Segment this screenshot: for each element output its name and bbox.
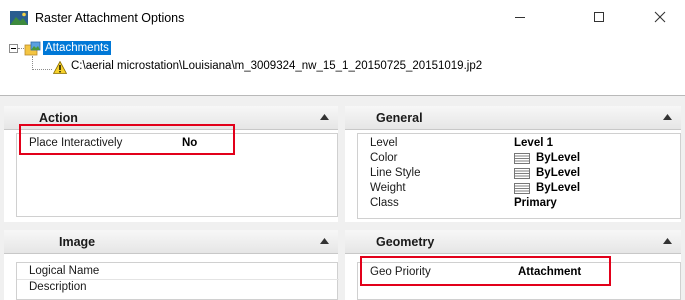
general-panel-title: General [376, 111, 423, 125]
chevron-up-icon[interactable] [320, 114, 329, 120]
window-title: Raster Attachment Options [35, 11, 185, 25]
general-panel-header[interactable]: General [345, 106, 681, 130]
property-label: Color [370, 152, 398, 164]
chevron-up-icon[interactable] [663, 114, 672, 120]
tree-connector [32, 69, 52, 70]
property-row-color[interactable]: Color ByLevel [370, 151, 670, 166]
property-label: Level [370, 137, 398, 149]
tree-node-attachments[interactable]: Attachments [43, 41, 111, 55]
highlight-box [19, 124, 235, 155]
property-label: Description [29, 281, 87, 293]
property-row-line-style[interactable]: Line Style ByLevel [370, 166, 670, 181]
attachments-folder-icon [24, 41, 41, 56]
chevron-up-icon[interactable] [320, 238, 329, 244]
minimize-button[interactable] [497, 0, 543, 34]
weight-swatch-icon [514, 183, 530, 194]
geometry-panel-title: Geometry [376, 235, 435, 249]
collapse-toggle-icon[interactable] [9, 44, 18, 53]
property-label: Logical Name [29, 265, 100, 277]
image-panel-header[interactable]: Image [4, 230, 338, 254]
chevron-up-icon[interactable] [663, 238, 672, 244]
geometry-panel-header[interactable]: Geometry [345, 230, 681, 254]
raster-app-icon [10, 11, 28, 25]
property-value[interactable]: Level 1 [514, 136, 553, 151]
tree-node-file-path[interactable]: C:\aerial microstation\Louisiana\m_30093… [71, 60, 482, 72]
property-row-weight[interactable]: Weight ByLevel [370, 181, 670, 196]
property-label: Weight [370, 182, 406, 194]
property-value[interactable]: Primary [514, 196, 557, 211]
warning-icon [53, 61, 67, 74]
tree-connector [32, 56, 33, 70]
geometry-panel: Geometry Geo Priority Attachment [345, 230, 681, 300]
general-grid: Level Level 1 Color ByLevel Line Style B… [357, 133, 681, 219]
property-value[interactable]: ByLevel [536, 181, 580, 196]
property-row-description[interactable]: Description [29, 280, 329, 295]
close-icon [654, 11, 666, 23]
attachment-tree: Attachments C:\aerial microstation\Louis… [0, 36, 685, 96]
maximize-icon [594, 12, 604, 22]
property-value[interactable]: ByLevel [536, 166, 580, 181]
color-swatch-icon [514, 153, 530, 164]
property-label: Line Style [370, 167, 421, 179]
property-row-logical-name[interactable]: Logical Name [29, 264, 329, 279]
highlight-box [360, 256, 611, 286]
property-value[interactable]: ByLevel [536, 151, 580, 166]
property-row-class[interactable]: Class Primary [370, 196, 670, 211]
image-grid: Logical Name Description [16, 262, 339, 300]
property-label: Class [370, 197, 399, 209]
title-bar: Raster Attachment Options [0, 0, 685, 36]
general-panel: General Level Level 1 Color ByLevel Line… [345, 106, 681, 222]
image-panel: Image Logical Name Description [4, 230, 339, 300]
image-panel-title: Image [59, 235, 96, 249]
property-row-level[interactable]: Level Level 1 [370, 136, 670, 151]
action-panel: Action Place Interactively No [4, 106, 338, 222]
maximize-button[interactable] [576, 0, 622, 34]
close-button[interactable] [637, 0, 683, 34]
minimize-icon [515, 17, 525, 18]
line-style-swatch-icon [514, 168, 530, 179]
